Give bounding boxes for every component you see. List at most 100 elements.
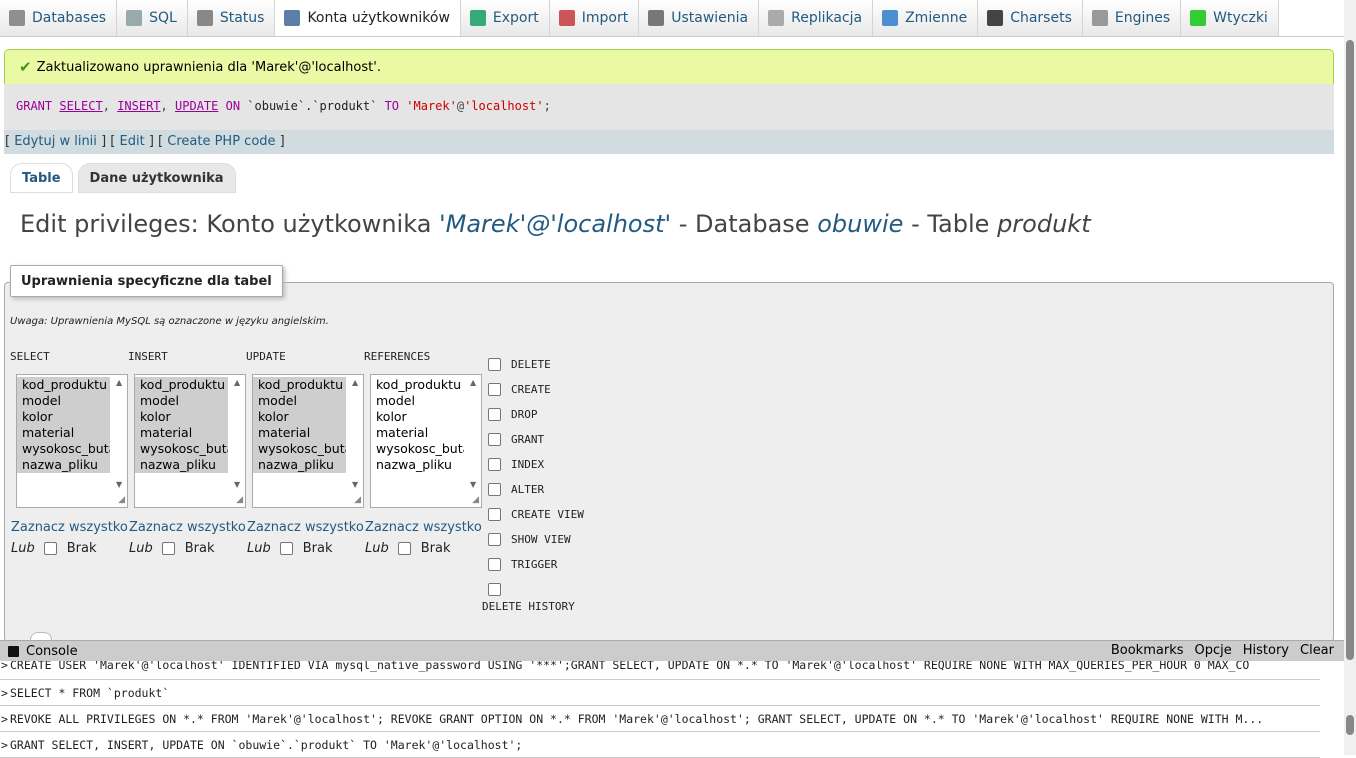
column-option[interactable]: wysokosc_buta: [371, 441, 464, 457]
sql-keyword[interactable]: SELECT: [59, 99, 102, 113]
tab-table[interactable]: Table: [10, 163, 73, 193]
column-option[interactable]: wysokosc_buta: [17, 441, 110, 457]
tab-ustawienia[interactable]: Ustawienia: [639, 0, 760, 36]
column-select-update[interactable]: kod_produktu model kolor material wysokosc_b…: [252, 374, 364, 508]
privilege-checkbox[interactable]: [488, 508, 501, 521]
column-option[interactable]: kod_produktu: [135, 377, 228, 393]
column-option[interactable]: kolor: [253, 409, 346, 425]
column-option[interactable]: nazwa_pliku: [17, 457, 110, 473]
privilege-checkbox[interactable]: [488, 558, 501, 571]
select-all-link[interactable]: Zaznacz wszystko: [365, 520, 482, 535]
column-option[interactable]: model: [135, 393, 228, 409]
column-option[interactable]: material: [135, 425, 228, 441]
tab-sql[interactable]: SQL: [117, 0, 188, 36]
scroll-down-icon[interactable]: ▼: [352, 480, 358, 489]
edit-link[interactable]: Edit: [120, 134, 145, 149]
select-all-link[interactable]: Zaznacz wszystko: [11, 520, 128, 535]
privilege-checkbox[interactable]: [488, 583, 501, 596]
scroll-down-icon[interactable]: ▼: [116, 480, 122, 489]
tab-status[interactable]: Status: [187, 0, 276, 36]
none-checkbox[interactable]: [279, 542, 293, 555]
select-all-link[interactable]: Zaznacz wszystko: [247, 520, 364, 535]
console-scrollbar-thumb[interactable]: [1346, 715, 1354, 735]
console-action-opcje[interactable]: Opcje: [1195, 643, 1232, 658]
console-query[interactable]: REVOKE ALL PRIVILEGES ON *.* FROM 'Marek…: [10, 712, 1263, 726]
scrollbar-thumb[interactable]: [1346, 40, 1354, 660]
column-option[interactable]: material: [17, 425, 110, 441]
listbox-scrollbar[interactable]: ▲ ▼: [231, 375, 245, 507]
none-checkbox[interactable]: [161, 542, 175, 555]
column-option[interactable]: kolor: [371, 409, 464, 425]
tab-replikacja[interactable]: Replikacja: [759, 0, 874, 36]
sql-keyword[interactable]: UPDATE: [175, 99, 218, 113]
console-line[interactable]: > SELECT * FROM `produkt`: [0, 680, 1320, 706]
tab-zmienne[interactable]: Zmienne: [873, 0, 979, 36]
privilege-checkbox[interactable]: [488, 483, 501, 496]
scroll-up-icon[interactable]: ▲: [470, 378, 476, 387]
scroll-up-icon[interactable]: ▲: [116, 378, 122, 387]
column-option[interactable]: material: [371, 425, 464, 441]
console-line[interactable]: > REVOKE ALL PRIVILEGES ON *.* FROM 'Mare…: [0, 706, 1320, 732]
select-all-link[interactable]: Zaznacz wszystko: [129, 520, 246, 535]
column-option[interactable]: wysokosc_buta: [253, 441, 346, 457]
privilege-checkbox[interactable]: [488, 433, 501, 446]
console-toggle-icon[interactable]: [8, 645, 19, 657]
console-query[interactable]: GRANT SELECT, INSERT, UPDATE ON `obuwie`…: [10, 738, 522, 752]
column-select-select[interactable]: kod_produktu model kolor material wysokosc_b…: [16, 374, 128, 508]
listbox-scrollbar[interactable]: ▲ ▼: [467, 375, 481, 507]
console-line[interactable]: > CREATE USER 'Marek'@'localhost' IDENTIF…: [0, 661, 1320, 680]
listbox-scrollbar[interactable]: ▲ ▼: [113, 375, 127, 507]
column-option[interactable]: kolor: [17, 409, 110, 425]
console-action-history[interactable]: History: [1243, 643, 1289, 658]
sql-keyword[interactable]: INSERT: [117, 99, 160, 113]
listbox-scrollbar[interactable]: ▲ ▼: [349, 375, 363, 507]
console-query[interactable]: CREATE USER 'Marek'@'localhost' IDENTIFI…: [10, 661, 1249, 672]
column-select-insert[interactable]: kod_produktu model kolor material wysokosc_b…: [134, 374, 246, 508]
column-option[interactable]: nazwa_pliku: [135, 457, 228, 473]
privilege-checkbox[interactable]: [488, 358, 501, 371]
resize-grip-icon[interactable]: ◢: [236, 495, 243, 505]
console-line[interactable]: > GRANT SELECT, INSERT, UPDATE ON `obuwie…: [0, 732, 1320, 758]
resize-grip-icon[interactable]: ◢: [118, 495, 125, 505]
create-php-link[interactable]: Create PHP code: [167, 134, 275, 149]
column-option[interactable]: kod_produktu: [253, 377, 346, 393]
column-select-references[interactable]: kod_produktu model kolor material wysokosc_b…: [370, 374, 482, 508]
console-title[interactable]: Console: [26, 644, 78, 659]
scroll-up-icon[interactable]: ▲: [234, 378, 240, 387]
scroll-up-icon[interactable]: ▲: [352, 378, 358, 387]
tab-charsets[interactable]: Charsets: [978, 0, 1083, 36]
none-checkbox[interactable]: [397, 542, 411, 555]
privilege-checkbox[interactable]: [488, 533, 501, 546]
column-option[interactable]: kod_produktu: [17, 377, 110, 393]
tab-konta-u-ytkownik-w[interactable]: Konta użytkowników: [275, 0, 461, 36]
privilege-checkbox[interactable]: [488, 458, 501, 471]
console-action-bookmarks[interactable]: Bookmarks: [1111, 643, 1184, 658]
resize-grip-icon[interactable]: ◢: [354, 495, 361, 505]
scroll-down-icon[interactable]: ▼: [234, 480, 240, 489]
column-option[interactable]: wysokosc_buta: [135, 441, 228, 457]
none-checkbox[interactable]: [43, 542, 57, 555]
column-option[interactable]: model: [371, 393, 464, 409]
tab-user-data[interactable]: Dane użytkownika: [77, 163, 236, 193]
console-query[interactable]: SELECT * FROM `produkt`: [10, 686, 169, 700]
privilege-checkbox[interactable]: [488, 408, 501, 421]
tab-import[interactable]: Import: [549, 0, 640, 36]
console-action-clear[interactable]: Clear: [1300, 643, 1334, 658]
tab-export[interactable]: Export: [460, 0, 550, 36]
page-scrollbar[interactable]: [1344, 0, 1356, 755]
column-option[interactable]: kolor: [135, 409, 228, 425]
column-option[interactable]: model: [253, 393, 346, 409]
tab-databases[interactable]: Databases: [0, 0, 118, 36]
privilege-checkbox[interactable]: [488, 383, 501, 396]
tab-wtyczki[interactable]: Wtyczki: [1181, 0, 1279, 36]
column-option[interactable]: nazwa_pliku: [371, 457, 464, 473]
console-bar[interactable]: Console Bookmarks Opcje History Clear: [0, 640, 1344, 661]
resize-grip-icon[interactable]: ◢: [472, 495, 479, 505]
column-option[interactable]: model: [17, 393, 110, 409]
scroll-down-icon[interactable]: ▼: [470, 480, 476, 489]
tab-engines[interactable]: Engines: [1082, 0, 1182, 36]
edit-inline-link[interactable]: Edytuj w linii: [14, 134, 97, 149]
column-option[interactable]: kod_produktu: [371, 377, 464, 393]
column-option[interactable]: nazwa_pliku: [253, 457, 346, 473]
column-option[interactable]: material: [253, 425, 346, 441]
